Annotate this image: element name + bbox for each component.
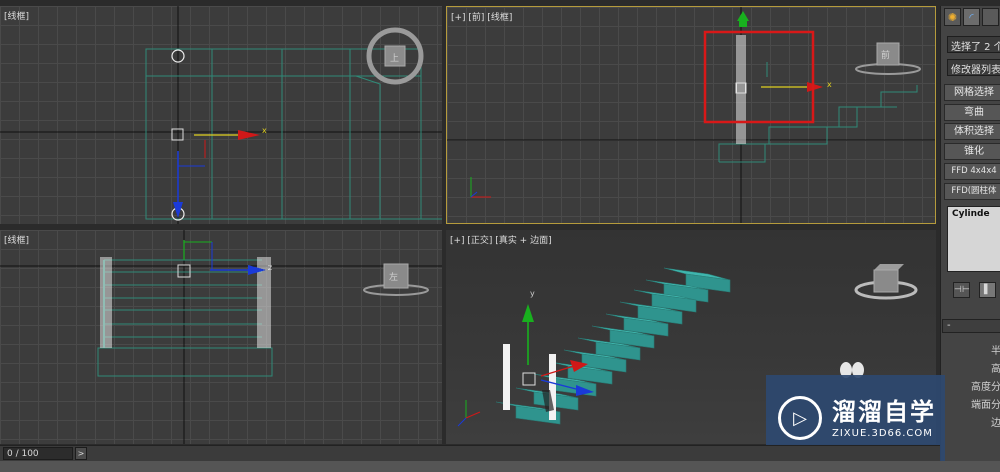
- modifier-ffd4-button[interactable]: FFD 4x4x4: [944, 163, 1000, 180]
- param-height-label: 高: [991, 364, 1000, 375]
- viewcube-persp: [873, 269, 899, 293]
- svg-text:上: 上: [390, 53, 399, 64]
- gizmo-x-label: x: [827, 80, 832, 89]
- viewcube-front-label: 前: [881, 49, 890, 61]
- top-view-scene: x 上: [0, 6, 442, 224]
- x-axis-arrow: [807, 82, 823, 92]
- z-axis-arrow: [173, 202, 183, 218]
- stair-profile: [718, 62, 918, 163]
- time-slider[interactable]: 0 / 100 >: [0, 445, 940, 462]
- pin-stack-icon[interactable]: ⊣⊢: [953, 282, 970, 298]
- viewport-top[interactable]: x 上 [线框]: [0, 6, 442, 224]
- param-radius-label: 半: [991, 346, 1000, 357]
- modifier-ffd-cyl-button[interactable]: FFD(圆柱体: [944, 183, 1000, 200]
- gizmo-y-label: y: [530, 289, 535, 298]
- viewcube-left-label: 左: [389, 271, 398, 283]
- show-end-result-icon[interactable]: ▌: [979, 282, 996, 298]
- param-height-segments-label: 高度分: [971, 382, 1000, 393]
- stair-wireframe: [145, 48, 442, 220]
- modifier-list-dropdown[interactable]: 修改器列表: [947, 59, 1000, 76]
- param-cap-segments-label: 端面分: [971, 400, 1000, 411]
- modifier-vol-select-button[interactable]: 体积选择: [944, 123, 1000, 140]
- frame-counter[interactable]: 0 / 100: [3, 447, 73, 460]
- watermark-logo-icon: ▷: [778, 396, 822, 440]
- gizmo-x-label: x: [262, 126, 267, 135]
- viewport-label-perspective[interactable]: [+] [正交] [真实 + 边面]: [450, 233, 552, 246]
- gizmo-z-label: z: [268, 263, 272, 272]
- y-axis-arrow: [522, 304, 534, 322]
- command-panel: ✺ ◜ 选择了 2 个 修改器列表 网格选择 弯曲 体积选择 锥化 FFD 4x…: [940, 6, 1000, 472]
- viewport-label-left[interactable]: [线框]: [4, 233, 29, 246]
- modifier-stack[interactable]: Cylinde: [947, 206, 1000, 272]
- modifier-taper-button[interactable]: 锥化: [944, 143, 1000, 160]
- selection-field[interactable]: 选择了 2 个: [947, 36, 1000, 53]
- front-view-scene: x 前: [447, 7, 935, 223]
- cylinder-a: [503, 344, 510, 410]
- param-sides-label: 边: [991, 418, 1000, 429]
- next-frame-button[interactable]: >: [75, 447, 87, 460]
- modifier-mesh-select-button[interactable]: 网格选择: [944, 84, 1000, 101]
- watermark-url: ZIXUE.3D66.COM: [832, 427, 933, 439]
- track-bar[interactable]: [0, 461, 1000, 472]
- viewport-front[interactable]: x 前 [+] [前] [线框]: [446, 6, 936, 224]
- highlight-box: [703, 30, 815, 124]
- modify-tab-icon[interactable]: ◜: [963, 8, 980, 26]
- viewport-label-front[interactable]: [+] [前] [线框]: [451, 10, 512, 23]
- viewport-left[interactable]: z 左 [线框]: [0, 230, 442, 444]
- create-tab-icon[interactable]: ✺: [944, 8, 961, 26]
- modifier-bend-button[interactable]: 弯曲: [944, 104, 1000, 121]
- hierarchy-tab-icon[interactable]: [982, 8, 999, 26]
- watermark-name: 溜溜自学: [832, 397, 936, 426]
- cylinder-wire: [736, 35, 746, 144]
- viewport-label-top[interactable]: [线框]: [4, 9, 29, 22]
- left-view-scene: z 左: [0, 230, 442, 444]
- parameters-rollout[interactable]: -: [942, 319, 1000, 333]
- stack-item-cylinder[interactable]: Cylinde: [948, 207, 1000, 221]
